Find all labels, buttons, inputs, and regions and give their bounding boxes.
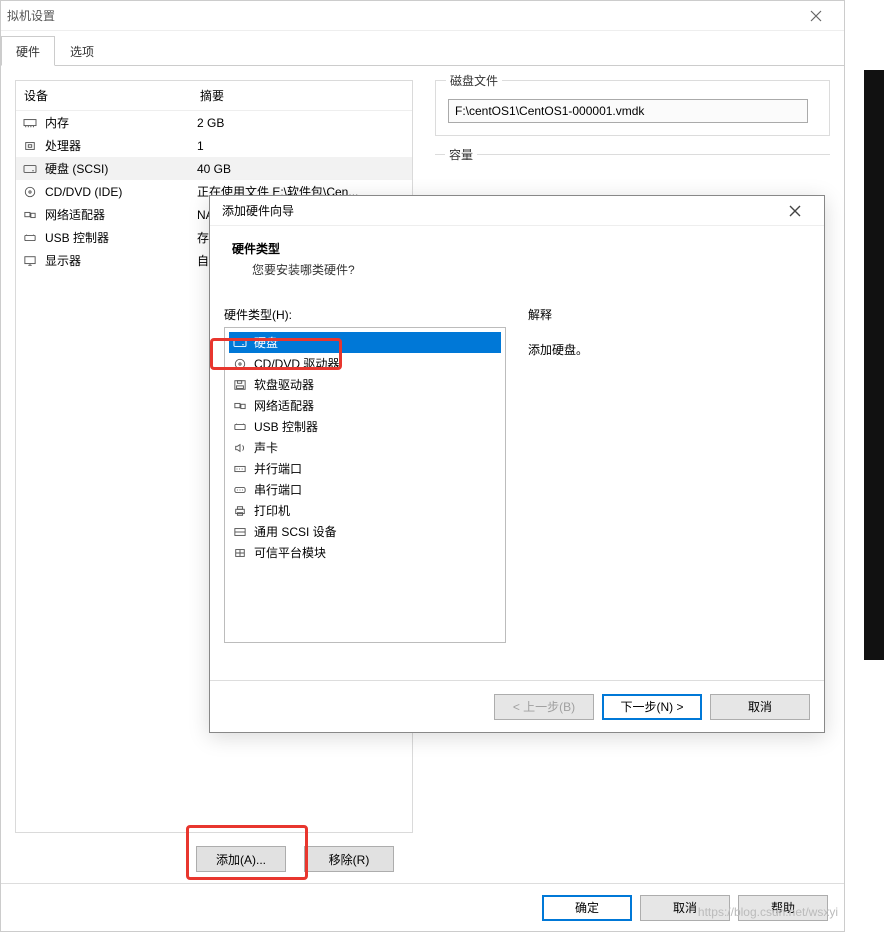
device-name: 硬盘 (SCSI) [45, 160, 197, 177]
back-button[interactable]: < 上一步(B) [494, 694, 594, 720]
hw-item-label: 可信平台模块 [254, 544, 326, 561]
explanation-label: 解释 [528, 306, 806, 323]
wizard-title-bar: 添加硬件向导 [210, 196, 824, 226]
hw-item-label: 网络适配器 [254, 397, 314, 414]
ok-button[interactable]: 确定 [542, 895, 632, 921]
disk-file-path[interactable]: F:\centOS1\CentOS1-000001.vmdk [448, 99, 808, 123]
disk-file-legend: 磁盘文件 [446, 72, 502, 89]
cpu-icon [21, 139, 39, 153]
wizard-footer: < 上一步(B) 下一步(N) > 取消 [210, 680, 824, 732]
device-name: 显示器 [45, 252, 197, 269]
sound-icon [232, 441, 248, 455]
usb-icon [232, 420, 248, 434]
hw-item-label: 硬盘 [254, 334, 278, 351]
capacity-legend: 容量 [445, 146, 477, 163]
col-header-summary: 摘要 [200, 87, 224, 104]
hw-item-label: 通用 SCSI 设备 [254, 523, 337, 540]
cd-icon [232, 357, 248, 371]
explanation-column: 解释 添加硬盘。 [528, 306, 806, 643]
hw-item-label: CD/DVD 驱动器 [254, 355, 339, 372]
wizard-header: 硬件类型 您要安装哪类硬件? [210, 226, 824, 292]
device-row-memory[interactable]: 内存2 GB [16, 111, 412, 134]
hw-item-floppy[interactable]: 软盘驱动器 [229, 374, 501, 395]
parallel-icon [232, 462, 248, 476]
wizard-body: 硬件类型(H): 硬盘 CD/DVD 驱动器软盘驱动器网络适配器 USB 控制器声卡… [210, 292, 824, 643]
close-button[interactable] [796, 2, 836, 30]
device-row-cpu[interactable]: 处理器1 [16, 134, 412, 157]
disk-icon [232, 336, 248, 350]
memory-icon [21, 116, 39, 130]
wizard-subheading: 您要安装哪类硬件? [252, 261, 802, 278]
device-name: 内存 [45, 114, 197, 131]
device-summary: 40 GB [197, 162, 407, 176]
hw-item-label: 声卡 [254, 439, 278, 456]
net-icon [21, 208, 39, 222]
device-row-disk[interactable]: 硬盘 (SCSI)40 GB [16, 157, 412, 180]
hardware-type-list[interactable]: 硬盘 CD/DVD 驱动器软盘驱动器网络适配器 USB 控制器声卡并行端口串行端口打… [224, 327, 506, 643]
close-icon [788, 205, 802, 217]
wizard-heading: 硬件类型 [232, 240, 802, 257]
floppy-icon [232, 378, 248, 392]
explanation-text: 添加硬盘。 [528, 341, 806, 358]
watermark: https://blog.csdn.net/wsxyi [698, 905, 838, 919]
remove-device-button[interactable]: 移除(R) [304, 846, 394, 872]
wizard-close-button[interactable] [776, 198, 814, 224]
net-icon [232, 399, 248, 413]
hw-item-label: USB 控制器 [254, 418, 318, 435]
device-list-header: 设备 摘要 [16, 81, 412, 111]
hw-item-net[interactable]: 网络适配器 [229, 395, 501, 416]
add-hardware-wizard: 添加硬件向导 硬件类型 您要安装哪类硬件? 硬件类型(H): 硬盘 CD/DVD … [209, 195, 825, 733]
hw-item-label: 并行端口 [254, 460, 302, 477]
tpm-icon [232, 546, 248, 560]
cd-icon [21, 185, 39, 199]
tab-options[interactable]: 选项 [55, 36, 109, 66]
hw-item-usb[interactable]: USB 控制器 [229, 416, 501, 437]
wizard-cancel-button[interactable]: 取消 [710, 694, 810, 720]
hw-item-printer[interactable]: 打印机 [229, 500, 501, 521]
parent-window-title: 拟机设置 [7, 7, 55, 24]
next-button[interactable]: 下一步(N) > [602, 694, 702, 720]
disk-icon [21, 162, 39, 176]
parent-title-bar: 拟机设置 [1, 1, 844, 31]
hw-item-sound[interactable]: 声卡 [229, 437, 501, 458]
hardware-list-column: 硬件类型(H): 硬盘 CD/DVD 驱动器软盘驱动器网络适配器 USB 控制器声卡… [224, 306, 506, 643]
hw-item-label: 串行端口 [254, 481, 302, 498]
col-header-device: 设备 [24, 87, 200, 104]
tab-bar: 硬件 选项 [1, 35, 844, 66]
wizard-title: 添加硬件向导 [222, 202, 294, 219]
hw-item-disk[interactable]: 硬盘 [229, 332, 501, 353]
hw-item-label: 软盘驱动器 [254, 376, 314, 393]
hardware-list-label: 硬件类型(H): [224, 306, 506, 323]
scsi-icon [232, 525, 248, 539]
background-strip [864, 70, 884, 660]
disk-file-group: 磁盘文件 F:\centOS1\CentOS1-000001.vmdk [435, 80, 830, 136]
display-icon [21, 254, 39, 268]
hw-item-serial[interactable]: 串行端口 [229, 479, 501, 500]
device-name: USB 控制器 [45, 229, 197, 246]
hw-item-scsi[interactable]: 通用 SCSI 设备 [229, 521, 501, 542]
device-summary: 1 [197, 139, 407, 153]
device-summary: 2 GB [197, 116, 407, 130]
hw-item-label: 打印机 [254, 502, 290, 519]
capacity-group: 容量 [435, 154, 830, 180]
hw-item-cd[interactable]: CD/DVD 驱动器 [229, 353, 501, 374]
close-icon [809, 10, 823, 22]
add-device-button[interactable]: 添加(A)... [196, 846, 286, 872]
usb-icon [21, 231, 39, 245]
hw-item-tpm[interactable]: 可信平台模块 [229, 542, 501, 563]
device-name: 网络适配器 [45, 206, 197, 223]
device-name: 处理器 [45, 137, 197, 154]
device-name: CD/DVD (IDE) [45, 185, 197, 199]
hw-item-parallel[interactable]: 并行端口 [229, 458, 501, 479]
serial-icon [232, 483, 248, 497]
printer-icon [232, 504, 248, 518]
tab-hardware[interactable]: 硬件 [1, 36, 55, 66]
